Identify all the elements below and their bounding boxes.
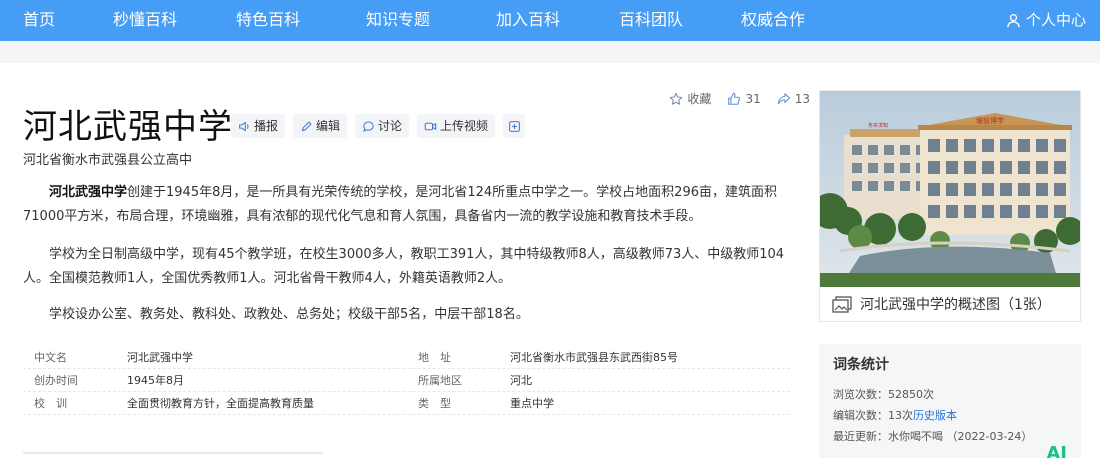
like-count: 31 xyxy=(745,92,761,106)
stat-updated: 最近更新：水你喝不喝 （2022-03-24） xyxy=(833,429,1032,445)
building-sign-small-text: 务实求知 xyxy=(868,122,888,129)
user-center-label: 个人中心 xyxy=(1025,11,1086,29)
add-button[interactable] xyxy=(503,114,526,138)
album-card[interactable]: 坡前博学 务实求知 河北武强中学的概述图（1张） xyxy=(819,90,1081,322)
info-value: 河北 xyxy=(510,374,532,387)
info-value: 全面贯彻教育方针，全面提高教育质量 xyxy=(127,397,314,410)
stat-edits-value: 13次 xyxy=(888,409,913,422)
plus-square-icon xyxy=(508,120,520,132)
album-caption[interactable]: 河北武强中学的概述图（1张） xyxy=(832,294,1051,316)
stat-edits-label: 编辑次数： xyxy=(833,409,888,422)
favorite-button[interactable]: 收藏 xyxy=(669,91,711,107)
page-title: 河北武强中学 xyxy=(23,107,233,147)
main-content: 收藏 31 13 河北武强中学 播报 编辑 讨论 上传视频 河北省衡水市武强县公… xyxy=(0,63,1100,458)
discuss-button[interactable]: 讨论 xyxy=(355,114,410,138)
info-value: 河北省衡水市武强县东武西街85号 xyxy=(510,351,678,364)
intro-paragraph-2: 学校为全日制高级中学，现有45个教学班，在校生3000多人，教职工391人，其中… xyxy=(23,247,785,286)
image-gallery-icon xyxy=(832,296,852,313)
nav-featured[interactable]: 特色百科 xyxy=(236,9,300,31)
like-button[interactable]: 31 xyxy=(727,91,761,107)
info-key: 所属地区 xyxy=(418,374,462,387)
entry-name-bold: 河北武强中学 xyxy=(49,185,128,200)
nav-home[interactable]: 首页 xyxy=(23,9,55,31)
stat-views-value: 52850次 xyxy=(888,388,934,401)
share-icon xyxy=(777,93,790,105)
top-nav: 首页 秒懂百科 特色百科 知识专题 加入百科 百科团队 权威合作 个人中心 xyxy=(0,0,1100,41)
pencil-icon xyxy=(301,121,312,131)
intro-paragraph-1-text: 创建于1945年8月，是一所具有光荣传统的学校，是河北省124所重点中学之一。学… xyxy=(23,185,777,224)
info-row: 中文名 河北武强中学 地 址 河北省衡水市武强县东武西街85号 xyxy=(23,346,790,369)
thumbs-up-icon xyxy=(728,92,741,105)
upload-video-button[interactable]: 上传视频 xyxy=(417,114,496,138)
info-key: 类 型 xyxy=(418,397,451,410)
broadcast-label: 播报 xyxy=(254,119,279,133)
stat-updated-date: （2022-03-24） xyxy=(946,430,1033,443)
info-row: 校 训 全面贯彻教育方针，全面提高教育质量 类 型 重点中学 xyxy=(23,392,790,415)
info-key: 中文名 xyxy=(34,351,67,364)
info-value: 重点中学 xyxy=(510,397,554,410)
nav-cooperation[interactable]: 权威合作 xyxy=(741,9,805,31)
last-editor-link[interactable]: 水你喝不喝 xyxy=(888,430,943,443)
overview-photo[interactable]: 坡前博学 务实求知 xyxy=(820,91,1080,287)
stat-views: 浏览次数：52850次 xyxy=(833,387,934,403)
header-spacer xyxy=(0,41,1100,63)
history-version-link[interactable]: 历史版本 xyxy=(913,409,957,422)
nav-topics[interactable]: 知识专题 xyxy=(366,9,430,31)
video-camera-icon xyxy=(424,122,437,130)
user-icon xyxy=(1007,13,1020,27)
school-building-image: 坡前博学 务实求知 xyxy=(820,91,1080,287)
building-sign-text: 坡前博学 xyxy=(976,116,1004,125)
intro-paragraph-1: 河北武强中学创建于1945年8月，是一所具有光荣传统的学校，是河北省124所重点… xyxy=(23,181,798,229)
intro-paragraph-3: 学校设办公室、教务处、教科处、政教处、总务处；校级干部5名，中层干部18名。 xyxy=(49,307,529,322)
edit-button[interactable]: 编辑 xyxy=(293,114,348,138)
stat-views-label: 浏览次数： xyxy=(833,388,888,401)
info-row: 创办时间 1945年8月 所属地区 河北 xyxy=(23,369,790,392)
user-center-link[interactable]: 个人中心 xyxy=(1006,9,1086,31)
share-button[interactable]: 13 xyxy=(777,91,810,107)
basic-info-table: 中文名 河北武强中学 地 址 河北省衡水市武强县东武西街85号 创办时间 194… xyxy=(23,346,790,415)
stats-title: 词条统计 xyxy=(833,357,889,373)
info-key: 地 址 xyxy=(418,351,451,364)
share-count: 13 xyxy=(794,92,810,106)
album-caption-text: 河北武强中学的概述图（1张） xyxy=(860,297,1051,313)
nav-miaodong[interactable]: 秒懂百科 xyxy=(113,9,177,31)
stat-updated-label: 最近更新： xyxy=(833,430,888,443)
entry-stats-panel: 词条统计 浏览次数：52850次 编辑次数：13次历史版本 最近更新：水你喝不喝… xyxy=(819,344,1081,458)
article-actions: 收藏 31 13 xyxy=(669,91,810,107)
section-divider xyxy=(23,452,323,454)
info-value: 河北武强中学 xyxy=(127,351,193,364)
broadcast-button[interactable]: 播报 xyxy=(231,114,286,138)
edit-label: 编辑 xyxy=(316,119,341,133)
title-toolbar: 播报 编辑 讨论 上传视频 xyxy=(231,114,526,138)
info-key: 创办时间 xyxy=(34,374,78,387)
ai-assistant-badge[interactable]: AI xyxy=(1046,443,1067,458)
discuss-label: 讨论 xyxy=(378,119,403,133)
speaker-icon xyxy=(239,121,249,131)
nav-team[interactable]: 百科团队 xyxy=(619,9,683,31)
info-key: 校 训 xyxy=(34,397,67,410)
stat-edits: 编辑次数：13次历史版本 xyxy=(833,408,957,424)
favorite-label: 收藏 xyxy=(687,92,712,106)
info-value: 1945年8月 xyxy=(127,374,184,387)
star-icon xyxy=(670,92,683,105)
chat-bubble-icon xyxy=(363,121,374,132)
nav-join[interactable]: 加入百科 xyxy=(496,9,560,31)
page-subtitle: 河北省衡水市武强县公立高中 xyxy=(23,153,193,168)
upload-video-label: 上传视频 xyxy=(440,119,489,133)
